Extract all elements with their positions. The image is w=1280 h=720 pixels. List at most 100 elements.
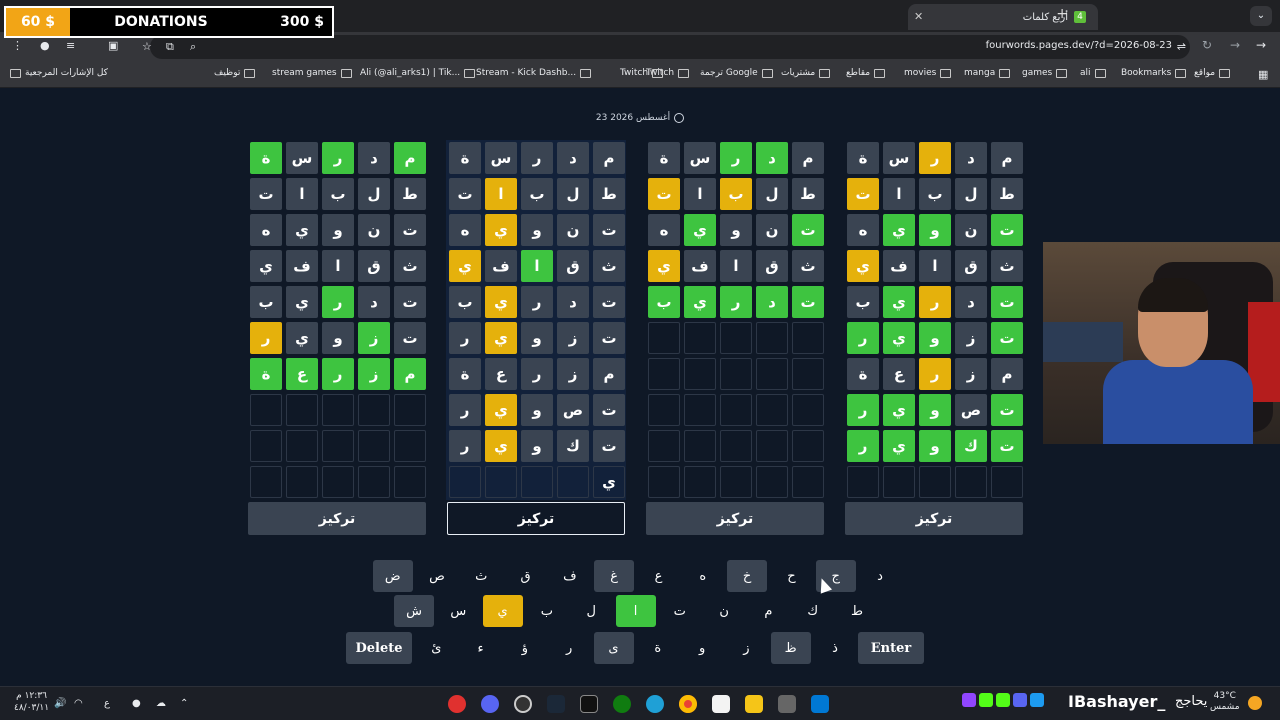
keyboard-key[interactable]: ز: [726, 632, 766, 664]
app-icon-red[interactable]: [448, 695, 466, 713]
keyboard-key[interactable]: ذ: [815, 632, 855, 664]
playlist-icon[interactable]: ≡: [66, 39, 75, 52]
bookmark-item[interactable]: Ali (@ali_arks1) | Tik...: [360, 68, 476, 78]
share-icon[interactable]: ⧉: [166, 40, 174, 54]
close-tab-icon[interactable]: ✕: [914, 10, 923, 23]
zoom-icon[interactable]: ⌕: [190, 40, 196, 54]
keyboard-key[interactable]: د: [860, 560, 900, 592]
delete-key[interactable]: Delete: [346, 632, 412, 664]
browser-tab[interactable]: ✕ أربع كلمات 4: [908, 4, 1098, 30]
bookmark-item[interactable]: توظيف: [214, 68, 256, 78]
word-board-3[interactable]: مدرسةطلباتتنويهثقافيتدريب: [645, 140, 825, 500]
keyboard-key[interactable]: ن: [704, 595, 744, 627]
bookmark-item[interactable]: manga: [964, 68, 1011, 78]
keyboard-key[interactable]: ء: [461, 632, 501, 664]
menu-icon[interactable]: ⋮: [12, 39, 23, 52]
clock-tray[interactable]: ١٢:٣٦ م ٤٨/٠٣/١١: [14, 690, 49, 714]
calendar-icon[interactable]: [712, 695, 730, 713]
board-grid: مدرسةطلباتتنويهثقافيتدريبتزويرمزرعة: [247, 140, 427, 500]
chrome-icon[interactable]: [679, 695, 697, 713]
keyboard-key[interactable]: ق: [506, 560, 546, 592]
keyboard-key[interactable]: س: [438, 595, 478, 627]
keyboard-key[interactable]: ؤ: [505, 632, 545, 664]
bookmark-item[interactable]: مشتريات: [781, 68, 831, 78]
all-bookmarks[interactable]: كل الإشارات المرجعية: [10, 68, 108, 78]
forward-icon[interactable]: →: [1230, 38, 1240, 52]
bookmark-item[interactable]: مواقع: [1194, 68, 1231, 78]
steam-icon[interactable]: [547, 695, 565, 713]
bookmark-item[interactable]: Bookmarks: [1121, 68, 1187, 78]
keyboard-key[interactable]: ت: [660, 595, 700, 627]
volume-icon[interactable]: 🔊: [54, 698, 66, 709]
keyboard-key[interactable]: ر: [549, 632, 589, 664]
tray-expand-icon[interactable]: ⌃: [180, 698, 188, 709]
keyboard-key[interactable]: ع: [639, 560, 679, 592]
word-board-2[interactable]: مدرسةطلباتتنويهثقافيتدريبتزويرمزرعةتصوير…: [446, 140, 626, 500]
enter-key[interactable]: Enter: [858, 632, 924, 664]
lang-indicator[interactable]: ع: [104, 698, 110, 709]
keyboard-key[interactable]: ل: [571, 595, 611, 627]
start-icon[interactable]: [811, 695, 829, 713]
keyboard-key[interactable]: و: [682, 632, 722, 664]
epic-games-icon[interactable]: [580, 695, 598, 713]
keyboard-key[interactable]: ظ: [770, 632, 811, 664]
keyboard-key[interactable]: ف: [550, 560, 590, 592]
bookmark-item[interactable]: stream games: [272, 68, 352, 78]
keyboard-key[interactable]: ك: [793, 595, 833, 627]
keyboard-key[interactable]: ش: [394, 595, 434, 627]
keyboard-key[interactable]: م: [748, 595, 788, 627]
word-board-1[interactable]: مدرسةطلباتتنويهثقافيتدريبتزويرمزرعة: [247, 140, 427, 500]
wifi-icon[interactable]: ◠: [74, 698, 83, 709]
bookmark-item[interactable]: Twitch: [620, 68, 664, 78]
discord-icon[interactable]: [481, 695, 499, 713]
letter-tile: [250, 466, 282, 498]
bookmark-item[interactable]: ترجمة Google: [700, 68, 773, 78]
address-bar[interactable]: ☆ ⧉ ⌕ fourwords.pages.dev/?d=2026-08-23 …: [142, 35, 1190, 59]
keyboard-key[interactable]: ة: [638, 632, 678, 664]
keyboard-key[interactable]: ب: [527, 595, 567, 627]
new-tab-icon[interactable]: +: [1056, 6, 1068, 22]
bookmark-item[interactable]: Stream - Kick Dashb...: [476, 68, 592, 78]
keyboard-key[interactable]: ث: [461, 560, 501, 592]
keyboard-key[interactable]: ص: [417, 560, 457, 592]
focus-button[interactable]: تركيز: [845, 502, 1023, 535]
keyboard-key[interactable]: ض: [372, 560, 413, 592]
cloud-icon[interactable]: ☁: [156, 698, 166, 709]
focus-button[interactable]: تركيز: [447, 502, 625, 535]
keyboard-key[interactable]: ئ: [416, 632, 456, 664]
bookmark-item[interactable]: مقاطع: [846, 68, 886, 78]
site-settings-icon[interactable]: ⇌: [1177, 40, 1186, 53]
file-explorer-icon[interactable]: [745, 695, 763, 713]
letter-tile: ر: [449, 430, 481, 462]
keyboard-key[interactable]: ح: [771, 560, 811, 592]
focus-button[interactable]: تركيز: [646, 502, 824, 535]
letter-tile: ص: [557, 394, 589, 426]
keyboard-key[interactable]: ى: [593, 632, 634, 664]
keyboard-key[interactable]: ا: [615, 595, 656, 627]
keyboard-key[interactable]: ط: [837, 595, 877, 627]
apps-grid-icon[interactable]: ▦: [1258, 68, 1268, 81]
app-icon-gear[interactable]: [514, 695, 532, 713]
keyboard-key[interactable]: ه: [683, 560, 723, 592]
profile-icon[interactable]: ●: [40, 39, 50, 52]
bookmark-item[interactable]: movies: [904, 68, 952, 78]
task-view-icon[interactable]: [778, 695, 796, 713]
back-icon[interactable]: →: [1256, 38, 1266, 52]
weather-widget[interactable]: 43°C مشمس: [1210, 691, 1240, 713]
bookmark-item[interactable]: ali: [1080, 68, 1106, 78]
edge-icon[interactable]: [646, 695, 664, 713]
bookmark-item[interactable]: games: [1022, 68, 1068, 78]
keyboard-key[interactable]: ي: [482, 595, 523, 627]
word-board-4[interactable]: مدرسةطلباتتنويهثقافيتدريبتزويرمزرعةتصوير…: [844, 140, 1024, 500]
letter-tile: [286, 394, 318, 426]
mic-icon[interactable]: ●: [132, 698, 141, 709]
focus-button[interactable]: تركيز: [248, 502, 426, 535]
reload-icon[interactable]: ↻: [1202, 38, 1212, 52]
xbox-icon[interactable]: [613, 695, 631, 713]
keyboard-key[interactable]: غ: [594, 560, 635, 592]
keyboard-key[interactable]: خ: [727, 560, 768, 592]
letter-tile: [250, 430, 282, 462]
bookmark-star-icon[interactable]: ☆: [142, 40, 152, 53]
tab-search-button[interactable]: ⌄: [1250, 6, 1272, 26]
extensions-icon[interactable]: ▣: [108, 39, 118, 52]
